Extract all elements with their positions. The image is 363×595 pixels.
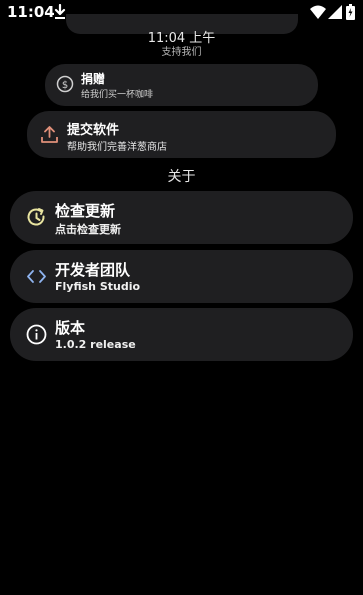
- info-icon: [26, 324, 47, 345]
- developer-team-title: 开发者团队: [55, 261, 131, 279]
- check-update-subtitle: 点击检查更新: [55, 223, 121, 236]
- version-card[interactable]: 版本 1.0.2 release: [10, 308, 353, 361]
- donate-card[interactable]: $ 捐赠 给我们买一杯咖啡: [45, 64, 318, 106]
- code-icon: [27, 270, 46, 283]
- developer-team-subtitle: Flyfish Studio: [55, 280, 141, 293]
- version-subtitle: 1.0.2 release: [55, 338, 136, 351]
- battery-icon: [346, 4, 355, 20]
- check-update-title: 检查更新: [55, 202, 116, 220]
- update-icon: [27, 208, 45, 226]
- donate-subtitle: 给我们买一杯咖啡: [81, 90, 154, 100]
- donate-title: 捐赠: [81, 72, 106, 86]
- submit-title: 提交软件: [67, 123, 120, 138]
- dollar-circle-icon: $: [56, 75, 74, 93]
- download-icon: [54, 4, 66, 19]
- upload-icon: [41, 126, 58, 143]
- about-section-title: 关于: [167, 169, 196, 185]
- support-section-title: 支持我们: [161, 47, 202, 58]
- status-time: 11:04: [7, 3, 55, 21]
- submit-software-card[interactable]: 提交软件 帮助我们完善洋葱商店: [27, 111, 336, 158]
- submit-subtitle: 帮助我们完善洋葱商店: [67, 142, 167, 153]
- check-update-card[interactable]: 检查更新 点击检查更新: [10, 191, 353, 244]
- signal-icon: [328, 5, 342, 19]
- wifi-icon: [310, 5, 326, 19]
- developer-team-card[interactable]: 开发者团队 Flyfish Studio: [10, 250, 353, 303]
- version-title: 版本: [55, 319, 86, 337]
- svg-text:$: $: [62, 80, 68, 91]
